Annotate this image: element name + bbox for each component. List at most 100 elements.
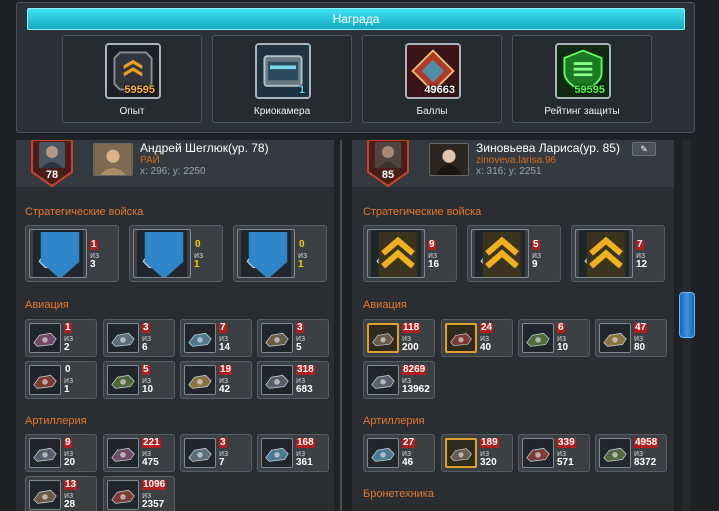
avatar[interactable]	[375, 142, 401, 168]
unit-count: 189 из 320	[480, 438, 499, 468]
reward-label: Криокамера	[253, 106, 311, 117]
unit-count-current: 8269	[402, 364, 427, 375]
section-title: Авиация	[363, 299, 407, 311]
unit-card[interactable]: 13 из 28	[25, 476, 97, 511]
unit-card[interactable]: 1 из 3	[25, 225, 119, 282]
unit-count-total: 320	[480, 457, 497, 468]
unit-image	[522, 323, 554, 353]
unit-count-current: 0	[65, 364, 71, 375]
reward-title: Награда	[27, 8, 685, 30]
unit-card[interactable]: 0 из 1	[233, 225, 327, 282]
unit-count-current: 4958	[634, 437, 659, 448]
player-clan[interactable]: РАЙ	[140, 155, 160, 166]
reward-count: 59595	[574, 84, 605, 96]
column-divider	[340, 140, 342, 511]
unit-count-total: 361	[296, 457, 313, 468]
unit-card[interactable]: 47 из 80	[595, 319, 667, 357]
unit-count-current: 3	[296, 322, 304, 333]
unit-image	[29, 438, 61, 468]
reward-label: Рейтинг защиты	[544, 106, 620, 117]
unit-card[interactable]: 118 из 200	[363, 319, 435, 357]
player-name[interactable]: Андрей Шеглюк(ур. 78)	[140, 141, 269, 155]
unit-count: 5 из 9	[532, 240, 541, 270]
unit-image	[522, 438, 554, 468]
unit-card[interactable]: 168 из 361	[257, 434, 329, 472]
unit-count-current: 0	[195, 239, 201, 250]
player-clan[interactable]: zinoveva.larisa.96	[476, 155, 556, 166]
unit-card[interactable]: 1 из 2	[25, 319, 97, 357]
unit-count-current: 24	[480, 322, 494, 333]
unit-count-total: 46	[402, 457, 414, 468]
reward-label: Опыт	[119, 106, 145, 117]
player-coords[interactable]: x: 296; y: 2250	[140, 166, 206, 177]
unit-card[interactable]: 3 из 7	[180, 434, 252, 472]
section-title: Артиллерия	[25, 415, 87, 427]
unit-count-total: 6	[142, 342, 148, 353]
unit-card[interactable]: 7 из 14	[180, 319, 252, 357]
unit-card[interactable]: 1096 из 2357	[103, 476, 175, 511]
section-title: Бронетехника	[363, 488, 434, 500]
unit-count: 3 из 6	[142, 323, 151, 353]
unit-card[interactable]: 189 из 320	[441, 434, 513, 472]
unit-card[interactable]: 339 из 571	[518, 434, 590, 472]
unit-card[interactable]: 7 из 12	[571, 225, 665, 282]
unit-image	[184, 365, 216, 395]
unit-card[interactable]: 3 из 6	[103, 319, 175, 357]
unit-count-total: 80	[634, 342, 646, 353]
reward-experience[interactable]: 59595 Опыт	[62, 35, 202, 123]
avatar[interactable]	[39, 142, 65, 168]
unit-count: 0 из 1	[194, 240, 203, 270]
unit-count: 0 из 1	[64, 365, 73, 395]
unit-image	[471, 229, 529, 278]
unit-card[interactable]: 0 из 1	[25, 361, 97, 399]
unit-card[interactable]: 5 из 10	[103, 361, 175, 399]
unit-card[interactable]: 3 из 5	[257, 319, 329, 357]
unit-card[interactable]: 9 из 16	[363, 225, 457, 282]
section-title: Стратегические войска	[25, 206, 144, 218]
unit-count-total: 14	[219, 342, 231, 353]
reward-defense-rating[interactable]: 59595 Рейтинг защиты	[512, 35, 652, 123]
edit-button[interactable]: ✎	[632, 142, 656, 156]
unit-count-current: 47	[634, 322, 648, 333]
unit-count-current: 318	[296, 364, 315, 375]
unit-count-current: 9	[428, 239, 436, 250]
friend-photo[interactable]	[429, 143, 469, 176]
unit-shield-icon	[248, 232, 288, 277]
unit-image	[367, 323, 399, 353]
friend-photo[interactable]	[93, 143, 133, 176]
unit-count-total: 475	[142, 457, 159, 468]
unit-count-total: 9	[532, 259, 538, 270]
unit-card[interactable]: 6 из 10	[518, 319, 590, 357]
pencil-icon: ✎	[640, 144, 648, 154]
unit-card[interactable]: 8269 из 13962	[363, 361, 435, 399]
unit-count: 7 из 14	[219, 323, 230, 353]
unit-count-total: 13962	[402, 384, 430, 395]
unit-card[interactable]: 9 из 20	[25, 434, 97, 472]
unit-card[interactable]: 4958 из 8372	[595, 434, 667, 472]
unit-image	[445, 323, 477, 353]
unit-image	[367, 365, 399, 395]
unit-card[interactable]: 318 из 683	[257, 361, 329, 399]
scrollbar-thumb[interactable]	[679, 292, 695, 338]
cryochamber-icon: 1	[255, 43, 311, 99]
unit-card[interactable]: 0 из 1	[129, 225, 223, 282]
player-name[interactable]: Зиновьева Лариса(ур. 85)	[476, 141, 620, 155]
reward-points[interactable]: 49663 Баллы	[362, 35, 502, 123]
unit-image	[29, 365, 61, 395]
unit-count: 118 из 200	[402, 323, 421, 353]
unit-image	[445, 438, 477, 468]
unit-card[interactable]: 27 из 46	[363, 434, 435, 472]
unit-image	[261, 438, 293, 468]
unit-card[interactable]: 19 из 42	[180, 361, 252, 399]
unit-count-total: 16	[428, 259, 440, 270]
player-coords[interactable]: x: 316; y: 2251	[476, 166, 542, 177]
unit-card[interactable]: 24 из 40	[441, 319, 513, 357]
reward-count: 49663	[424, 84, 455, 96]
rank-chevron-icon	[378, 232, 418, 277]
reward-cryochamber[interactable]: 1 Криокамера	[212, 35, 352, 123]
unit-count: 6 из 10	[557, 323, 568, 353]
unit-card[interactable]: 5 из 9	[467, 225, 561, 282]
unit-count: 9 из 16	[428, 240, 439, 270]
unit-image	[184, 323, 216, 353]
unit-card[interactable]: 221 из 475	[103, 434, 175, 472]
